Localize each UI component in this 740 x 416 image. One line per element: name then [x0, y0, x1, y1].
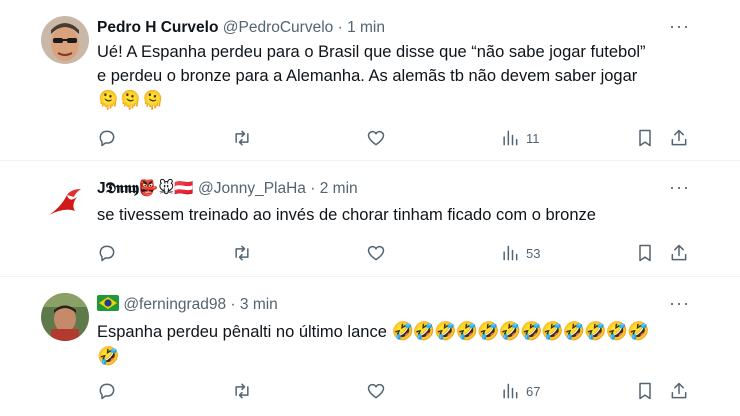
- brazil-flag-icon: [97, 295, 119, 317]
- reply-button[interactable]: [97, 127, 117, 149]
- retweet-button[interactable]: [232, 127, 252, 149]
- share-button[interactable]: [669, 380, 689, 402]
- emoji-line: 🫠🫠🫠: [97, 90, 165, 110]
- more-options-icon[interactable]: ···: [669, 293, 690, 314]
- tweet[interactable]: Pedro H Curvelo @PedroCurvelo · 1 min ··…: [0, 0, 740, 161]
- avatar[interactable]: [41, 16, 89, 64]
- tweet-text-line: Ué! A Espanha perdeu para o Brasil que d…: [97, 43, 646, 61]
- reply-icon: [99, 383, 115, 400]
- retweet-button[interactable]: [232, 380, 252, 402]
- user-handle[interactable]: @PedroCurvelo: [223, 19, 334, 36]
- action-bar: 53: [97, 242, 687, 264]
- timestamp[interactable]: 3 min: [240, 296, 278, 313]
- bookmark-button[interactable]: [635, 127, 655, 149]
- views-icon: [503, 245, 518, 261]
- separator-dot: ·: [337, 19, 343, 36]
- like-icon: [367, 383, 385, 399]
- more-options-icon[interactable]: ···: [669, 16, 690, 37]
- views-count: 53: [526, 245, 541, 261]
- separator-dot: ·: [230, 296, 236, 313]
- tweet-text-content: Espanha perdeu pênalti no último lance: [97, 323, 387, 341]
- share-button[interactable]: [669, 127, 689, 149]
- separator-dot: ·: [310, 180, 316, 197]
- like-button[interactable]: [366, 242, 386, 264]
- retweet-icon: [235, 383, 249, 399]
- display-name[interactable]: Pedro H Curvelo: [97, 19, 218, 36]
- share-button[interactable]: [669, 242, 689, 264]
- reply-icon: [99, 245, 115, 262]
- action-bar: 11: [97, 127, 687, 149]
- retweet-button[interactable]: [232, 242, 252, 264]
- tweet[interactable]: J𝕯𝖓𝖓𝖞👺🐭🇦🇹 @Jonny_PlaHa · 2 min ··· se ti…: [0, 161, 740, 277]
- tweet[interactable]: @ferningrad98 · 3 min ··· Espanha perdeu…: [0, 277, 740, 416]
- reply-button[interactable]: [97, 380, 117, 402]
- retweet-icon: [235, 130, 249, 146]
- emoji-run: 🤣🤣🤣🤣🤣🤣🤣🤣🤣🤣🤣🤣: [391, 321, 649, 341]
- emoji-line: 🤣: [97, 346, 120, 366]
- tweet-header: @ferningrad98 · 3 min: [97, 295, 278, 317]
- tweet-text: se tivessem treinado ao invés de chorar …: [97, 203, 697, 227]
- views-button[interactable]: 53: [500, 242, 540, 264]
- bookmark-button[interactable]: [635, 380, 655, 402]
- bookmark-icon: [639, 244, 651, 262]
- like-icon: [367, 130, 385, 146]
- like-icon: [367, 245, 385, 261]
- tweet-text-line: e perdeu o bronze para a Alemanha. As al…: [97, 67, 638, 85]
- timestamp[interactable]: 2 min: [320, 180, 358, 197]
- bookmark-icon: [639, 129, 651, 147]
- avatar[interactable]: [41, 293, 89, 341]
- views-count: 67: [526, 383, 541, 399]
- share-icon: [671, 129, 687, 146]
- tweet-text: Espanha perdeu pênalti no último lance 🤣…: [97, 319, 707, 368]
- bookmark-button[interactable]: [635, 242, 655, 264]
- tweet-text: Ué! A Espanha perdeu para o Brasil que d…: [97, 40, 697, 112]
- reply-button[interactable]: [97, 242, 117, 264]
- retweet-icon: [235, 245, 249, 261]
- tweet-text-line: se tivessem treinado ao invés de chorar …: [97, 206, 596, 224]
- tweet-text-line: Espanha perdeu pênalti no último lance 🤣…: [97, 319, 707, 344]
- views-icon: [503, 383, 518, 399]
- views-count: 11: [526, 130, 540, 146]
- timestamp[interactable]: 1 min: [347, 19, 385, 36]
- like-button[interactable]: [366, 127, 386, 149]
- bookmark-icon: [639, 382, 651, 400]
- views-button[interactable]: 67: [500, 380, 540, 402]
- user-handle[interactable]: @ferningrad98: [123, 296, 226, 313]
- more-options-icon[interactable]: ···: [669, 177, 690, 198]
- user-handle[interactable]: @Jonny_PlaHa: [198, 180, 306, 197]
- views-button[interactable]: 11: [500, 127, 540, 149]
- like-button[interactable]: [366, 380, 386, 402]
- display-name[interactable]: J𝕯𝖓𝖓𝖞👺🐭🇦🇹: [97, 180, 194, 197]
- avatar[interactable]: [41, 177, 89, 225]
- views-icon: [503, 130, 518, 146]
- tweet-header: Pedro H Curvelo @PedroCurvelo · 1 min: [97, 18, 385, 38]
- share-icon: [671, 382, 687, 399]
- action-bar: 67: [97, 380, 687, 402]
- share-icon: [671, 244, 687, 261]
- reply-icon: [99, 130, 115, 147]
- tweet-header: J𝕯𝖓𝖓𝖞👺🐭🇦🇹 @Jonny_PlaHa · 2 min: [97, 179, 358, 199]
